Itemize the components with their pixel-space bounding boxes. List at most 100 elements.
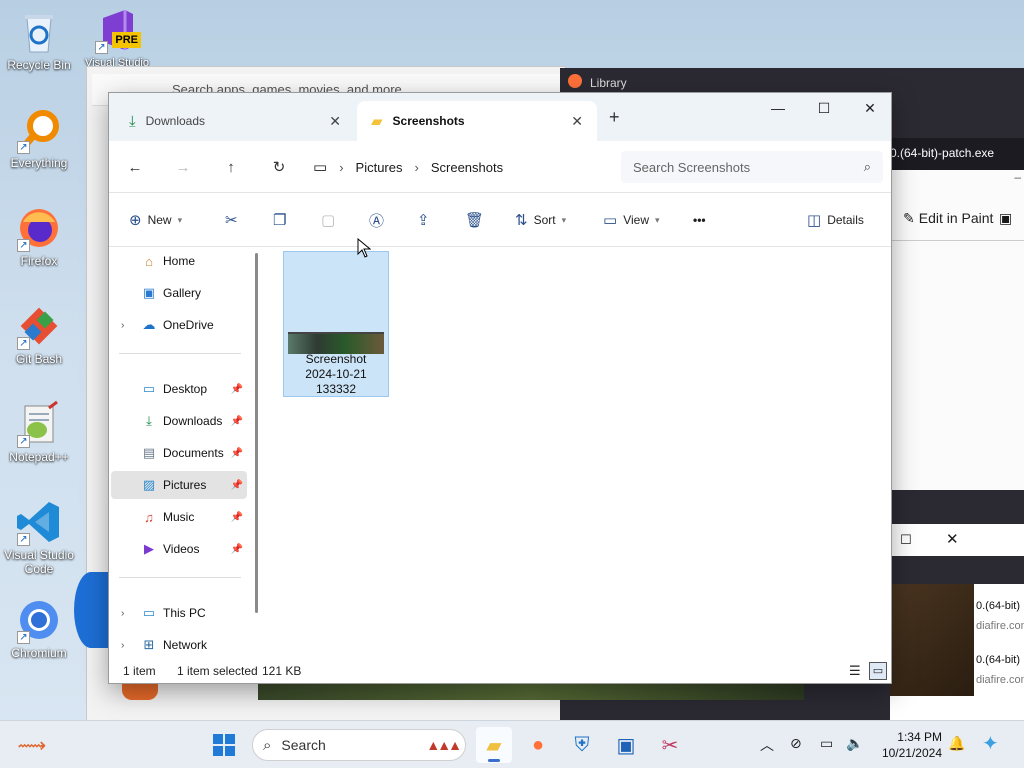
breadcrumb-screenshots[interactable]: Screenshots [431, 160, 503, 175]
photos-window[interactable]: – ✎ Edit in Paint ▣ [890, 170, 1024, 490]
pin-icon[interactable]: 📌 [231, 544, 243, 555]
pin-icon[interactable]: 📌 [231, 480, 243, 491]
pin-icon[interactable]: 📌 [231, 384, 243, 395]
close-tab-icon[interactable]: ✕ [571, 113, 583, 130]
desktop-icon-label: Firefox [20, 254, 58, 268]
system-clock[interactable]: 1:34 PM 10/21/2024 [872, 729, 942, 761]
desktop-icon-firefox[interactable]: ↗ Firefox [0, 204, 78, 268]
network-offline-icon[interactable]: ⊘ [790, 735, 802, 752]
recycle-bin-icon [15, 8, 63, 56]
taskbar-store[interactable]: ▣ [608, 727, 644, 763]
start-button[interactable] [206, 727, 242, 763]
taskbar-search-box[interactable]: ⌕ Search ▲▲▲ [252, 729, 466, 761]
show-hidden-icons-chevron-icon[interactable]: ︿ [760, 735, 774, 755]
desktop-icon-git-bash[interactable]: ↗ Git Bash [0, 302, 78, 366]
tab-label: Screenshots [392, 114, 465, 128]
sidebar-scrollbar[interactable] [255, 253, 258, 613]
file-list[interactable]: Screenshot 2024-10-21 133332 [263, 247, 891, 659]
sidebar-item-downloads[interactable]: ⤓ Downloads 📌 [111, 407, 247, 435]
download-item-name[interactable]: 0.(64-bit)-patch.exe [890, 138, 1024, 170]
sidebar-item-home[interactable]: ⌂ Home [111, 247, 247, 275]
magnifier-icon: ↗ [15, 106, 63, 154]
copy-button[interactable]: ❐ [273, 207, 286, 233]
details-label: Details [827, 213, 864, 227]
view-button[interactable]: ▭ View ▾ [603, 207, 660, 233]
copilot-icon[interactable]: ✦ [982, 731, 999, 756]
chevron-down-icon: ▾ [177, 214, 183, 225]
edit-in-paint-button[interactable]: ✎ Edit in Paint [903, 210, 993, 227]
desktop-icon-vscode[interactable]: ↗ Visual Studio Code [0, 498, 78, 576]
large-icons-view-icon[interactable]: ▭ [869, 662, 887, 680]
desktop-icon-recycle-bin[interactable]: Recycle Bin [0, 8, 78, 72]
divider [119, 577, 241, 578]
sidebar-item-music[interactable]: ♫ Music 📌 [111, 503, 247, 531]
network-icon: ⊞ [143, 637, 155, 652]
details-button[interactable]: ◫ Details [807, 207, 864, 233]
chevron-right-icon[interactable]: › [121, 640, 124, 651]
taskbar-defender[interactable]: ⛨ [564, 727, 600, 763]
up-icon[interactable]: ↑ [217, 153, 245, 181]
paste-button[interactable]: ▢ [321, 207, 335, 233]
minimize-icon[interactable]: – [891, 170, 1024, 188]
display-icon[interactable]: ▭ [820, 735, 833, 752]
desktop-icon-notepad-plus-plus[interactable]: ↗ Notepad++ [0, 400, 78, 464]
widgets-icon[interactable]: ⟿ [14, 727, 50, 763]
forward-icon[interactable]: → [169, 153, 197, 181]
more-options-button[interactable]: ••• [693, 207, 706, 233]
sidebar-item-videos[interactable]: ▶ Videos 📌 [111, 535, 247, 563]
share-button[interactable]: ⇪ [417, 207, 430, 233]
rename-button[interactable]: Ⓐ [369, 207, 384, 233]
divider [119, 353, 241, 354]
taskbar-snipping-tool[interactable]: ✂ [652, 727, 688, 763]
sidebar-item-documents[interactable]: ▤ Documents 📌 [111, 439, 247, 467]
chevron-right-icon[interactable]: › [121, 608, 124, 619]
sidebar-item-network[interactable]: › ⊞ Network [111, 631, 247, 659]
tab-screenshots[interactable]: ▰ Screenshots ✕ [357, 101, 597, 141]
maximize-icon[interactable]: ☐ [900, 532, 912, 548]
sidebar-item-gallery[interactable]: ▣ Gallery [111, 279, 247, 307]
save-icon[interactable]: ▣ [999, 210, 1012, 227]
desktop-icon-chromium[interactable]: ↗ Chromium [0, 596, 78, 660]
delete-button[interactable]: 🗑 [465, 207, 484, 233]
pin-icon[interactable]: 📌 [231, 448, 243, 459]
refresh-icon[interactable]: ↻ [265, 153, 293, 181]
file-explorer-window[interactable]: ⤓ Downloads ✕ ▰ Screenshots ✕ + — ☐ ✕ ← … [108, 92, 892, 684]
sidebar-item-onedrive[interactable]: › ☁ OneDrive [111, 311, 247, 339]
new-button[interactable]: ⊕ New ▾ [129, 207, 182, 233]
download-item-2[interactable]: 0.(64-bit) [976, 654, 1020, 666]
tab-downloads[interactable]: ⤓ Downloads ✕ [115, 101, 355, 141]
desktop-icon-everything[interactable]: ↗ Everything [0, 106, 78, 170]
pin-icon[interactable]: 📌 [231, 416, 243, 427]
address-bar[interactable]: ▭ › Pictures › Screenshots [313, 151, 609, 183]
close-icon[interactable]: ✕ [946, 530, 959, 548]
sidebar-item-pictures[interactable]: ▨ Pictures 📌 [111, 471, 247, 499]
sort-button[interactable]: ⇅ Sort ▾ [515, 207, 566, 233]
taskbar-file-explorer[interactable]: ▰ [476, 727, 512, 763]
new-tab-button[interactable]: + [609, 107, 620, 128]
sidebar-item-desktop[interactable]: ▭ Desktop 📌 [111, 375, 247, 403]
back-icon[interactable]: ← [121, 153, 149, 181]
close-tab-icon[interactable]: ✕ [329, 113, 341, 130]
taskbar-firefox[interactable]: ● [520, 727, 556, 763]
sidebar-item-label: Documents [163, 446, 224, 460]
notification-bell-icon[interactable]: 🔔 [948, 735, 965, 752]
minimize-button[interactable]: — [755, 93, 801, 123]
cut-button[interactable]: ✂ [225, 207, 238, 233]
sidebar-item-this-pc[interactable]: › ▭ This PC [111, 599, 247, 627]
volume-icon[interactable]: 🔈 [846, 735, 863, 752]
sidebar-item-label: OneDrive [163, 318, 214, 332]
details-view-icon[interactable]: ☰ [849, 663, 861, 679]
chevron-right-icon[interactable]: › [121, 320, 124, 331]
background-image-strip [258, 684, 804, 700]
search-input[interactable]: Search Screenshots ⌕ [621, 151, 883, 183]
download-item-1[interactable]: 0.(64-bit) [976, 600, 1020, 612]
file-item-screenshot[interactable]: Screenshot 2024-10-21 133332 [283, 251, 389, 397]
breadcrumb-pictures[interactable]: Pictures [356, 160, 403, 175]
maximize-button[interactable]: ☐ [801, 93, 847, 123]
pin-icon[interactable]: 📌 [231, 512, 243, 523]
edit-in-paint-label: Edit in Paint [918, 210, 994, 226]
folder-icon: ▰ [371, 113, 383, 130]
downloads-panel[interactable]: ☐ ✕ 0.(64-bit) diafire.com 0.(64-bit) di… [890, 524, 1024, 720]
paint-icon: ✎ [903, 210, 915, 226]
close-window-button[interactable]: ✕ [847, 93, 893, 123]
